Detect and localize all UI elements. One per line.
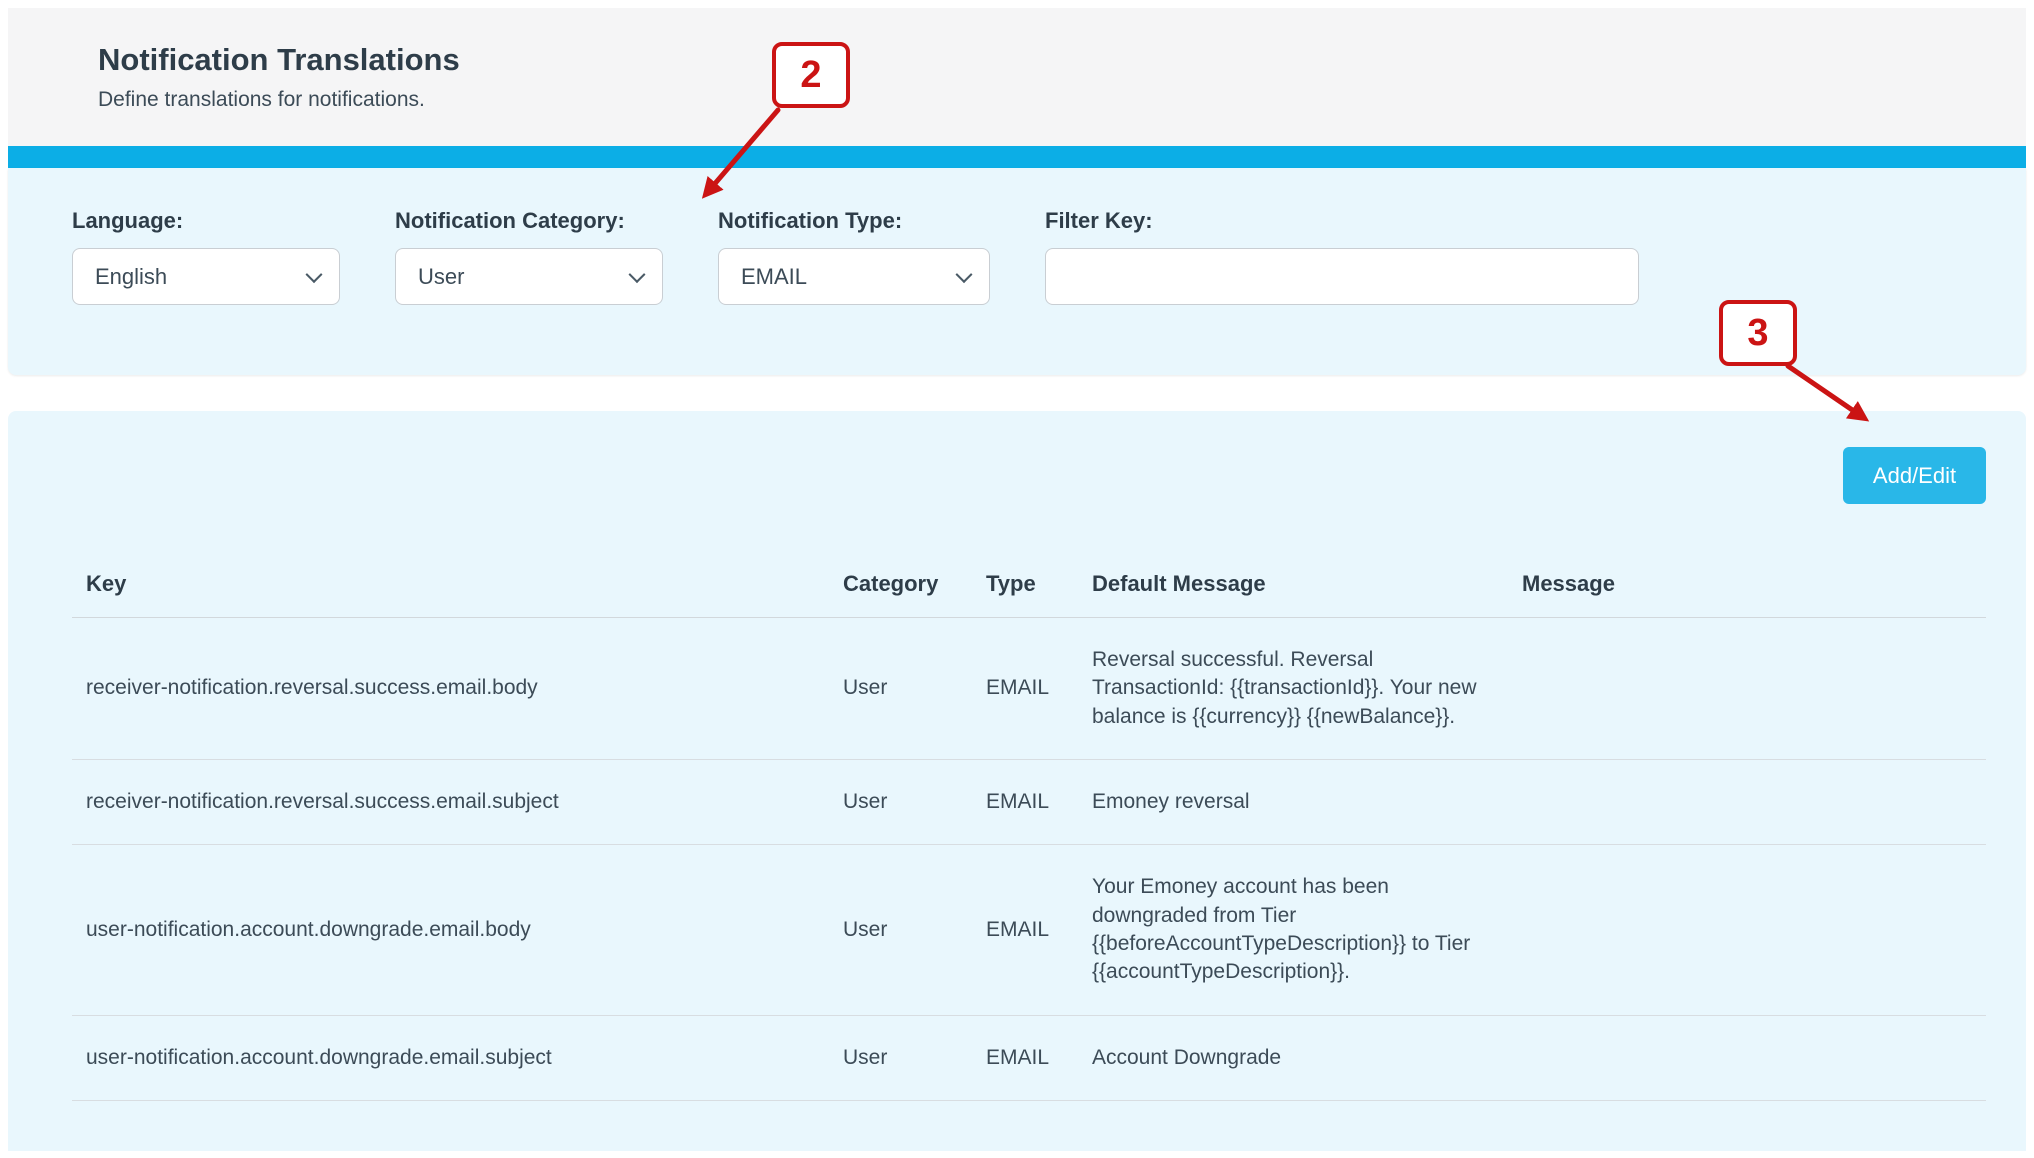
- language-label: Language:: [72, 208, 340, 234]
- add-edit-button[interactable]: Add/Edit: [1843, 447, 1986, 504]
- table-body: receiver-notification.reversal.success.e…: [72, 618, 1986, 1101]
- cell-key: user-notification.account.downgrade.emai…: [72, 845, 829, 1015]
- table-row[interactable]: user-notification.account.downgrade.emai…: [72, 845, 1986, 1015]
- filter-group-filter-key: Filter Key:: [1045, 208, 1639, 305]
- cell-type: EMAIL: [972, 845, 1078, 1015]
- cell-type: EMAIL: [972, 618, 1078, 760]
- table-row[interactable]: receiver-notification.reversal.success.e…: [72, 760, 1986, 845]
- cell-message: [1508, 845, 1986, 1015]
- column-header-category: Category: [829, 559, 972, 618]
- cell-message: [1508, 1015, 1986, 1100]
- cell-default-message: Reversal successful. Reversal Transactio…: [1078, 618, 1508, 760]
- cell-category: User: [829, 760, 972, 845]
- filter-panel: Language: English Notification Category:…: [8, 168, 2026, 375]
- table-panel: Add/Edit Key Category Type Default Messa…: [8, 411, 2026, 1151]
- cell-message: [1508, 618, 1986, 760]
- page-title: Notification Translations: [98, 42, 1986, 78]
- table-row[interactable]: receiver-notification.reversal.success.e…: [72, 618, 1986, 760]
- column-header-message: Message: [1508, 559, 1986, 618]
- filter-group-type: Notification Type: EMAIL: [718, 208, 990, 305]
- cell-category: User: [829, 1015, 972, 1100]
- cell-message: [1508, 760, 1986, 845]
- filter-group-language: Language: English: [72, 208, 340, 305]
- page-header: Notification Translations Define transla…: [8, 8, 2026, 146]
- notification-category-select[interactable]: User: [395, 248, 663, 305]
- notification-type-select[interactable]: EMAIL: [718, 248, 990, 305]
- filter-key-label: Filter Key:: [1045, 208, 1639, 234]
- cell-type: EMAIL: [972, 760, 1078, 845]
- cell-key: receiver-notification.reversal.success.e…: [72, 618, 829, 760]
- table-row[interactable]: user-notification.account.downgrade.emai…: [72, 1015, 1986, 1100]
- page: Notification Translations Define transla…: [0, 0, 2034, 1151]
- notification-category-label: Notification Category:: [395, 208, 663, 234]
- cell-default-message: Your Emoney account has been downgraded …: [1078, 845, 1508, 1015]
- page-subtitle: Define translations for notifications.: [98, 88, 1986, 112]
- accent-bar: [8, 146, 2026, 168]
- notification-type-label: Notification Type:: [718, 208, 990, 234]
- table-header-row: Key Category Type Default Message Messag…: [72, 559, 1986, 618]
- cell-default-message: Account Downgrade: [1078, 1015, 1508, 1100]
- cell-key: receiver-notification.reversal.success.e…: [72, 760, 829, 845]
- toolbar: Add/Edit: [72, 447, 1986, 504]
- filter-group-category: Notification Category: User: [395, 208, 663, 305]
- filter-key-input[interactable]: [1045, 248, 1639, 305]
- cell-category: User: [829, 845, 972, 1015]
- cell-key: user-notification.account.downgrade.emai…: [72, 1015, 829, 1100]
- cell-type: EMAIL: [972, 1015, 1078, 1100]
- column-header-key: Key: [72, 559, 829, 618]
- cell-default-message: Emoney reversal: [1078, 760, 1508, 845]
- column-header-default-message: Default Message: [1078, 559, 1508, 618]
- cell-category: User: [829, 618, 972, 760]
- translations-table: Key Category Type Default Message Messag…: [72, 559, 1986, 1101]
- column-header-type: Type: [972, 559, 1078, 618]
- language-select[interactable]: English: [72, 248, 340, 305]
